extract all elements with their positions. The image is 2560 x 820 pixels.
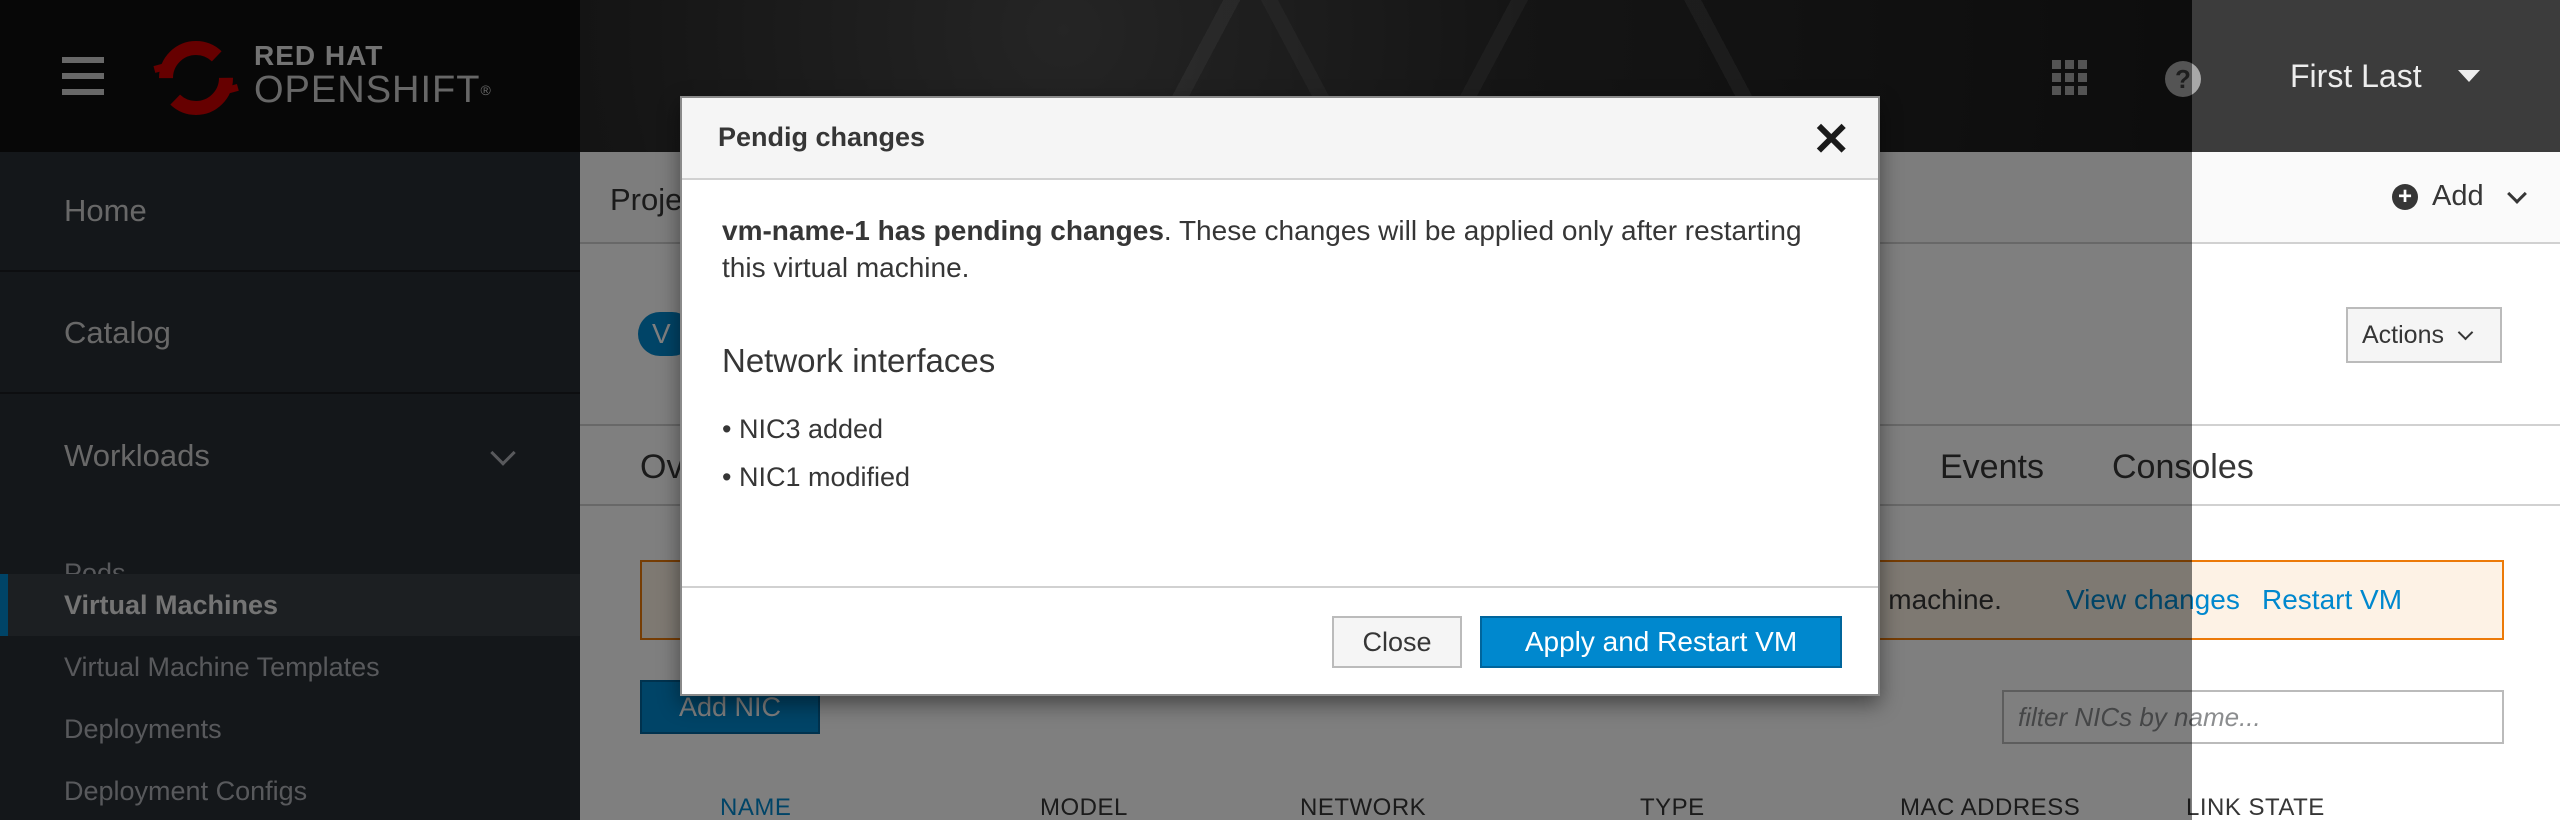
modal-message: vm-name-1 has pending changes. These cha… xyxy=(722,212,1842,286)
close-button[interactable]: Close xyxy=(1332,616,1462,668)
modal-footer-divider xyxy=(682,586,1878,588)
caret-down-icon[interactable] xyxy=(2458,70,2480,82)
section-heading: Network interfaces xyxy=(722,342,996,379)
add-label: Add xyxy=(2432,180,2484,212)
change-item: • NIC3 added xyxy=(722,414,884,444)
close-icon[interactable]: ✕ xyxy=(1812,116,1851,162)
pending-changes-modal: Pendig changes ✕ vm-name-1 has pending c… xyxy=(680,96,1880,696)
actions-dropdown[interactable]: Actions xyxy=(2346,307,2502,363)
chevron-down-icon xyxy=(2457,324,2474,340)
actions-label: Actions xyxy=(2362,320,2444,349)
restart-vm-link[interactable]: Restart VM xyxy=(2262,584,2402,616)
modal-title: Pendig changes xyxy=(718,122,926,152)
plus-circle-icon: + xyxy=(2392,183,2418,210)
change-item: • NIC1 modified xyxy=(722,462,911,492)
column-header-link-state[interactable]: LINK STATE xyxy=(2186,794,2325,820)
add-menu[interactable]: + Add xyxy=(2392,180,2527,213)
apply-and-restart-button[interactable]: Apply and Restart VM xyxy=(1480,616,1842,668)
modal-message-vm: vm-name-1 has pending changes xyxy=(722,215,1164,246)
user-menu-name[interactable]: First Last xyxy=(2290,58,2422,95)
modal-header: Pendig changes ✕ xyxy=(682,98,1878,180)
chevron-down-icon xyxy=(2506,183,2527,204)
